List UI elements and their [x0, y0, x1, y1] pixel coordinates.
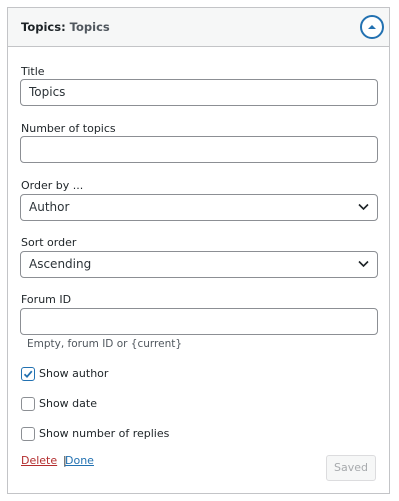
topics-widget: Topics: Topics Title Topics Number of to… — [7, 7, 390, 494]
done-link[interactable]: Done — [65, 454, 94, 467]
forum-id-hint: Empty, forum ID or {current} — [27, 338, 183, 350]
order-by-value: Author — [29, 200, 70, 214]
number-of-topics-input[interactable] — [20, 136, 378, 163]
sort-order-value: Ascending — [29, 257, 92, 271]
show-date-checkbox[interactable] — [21, 397, 35, 411]
widget-name: Topics — [21, 20, 62, 34]
widget-header[interactable]: Topics: Topics — [8, 8, 389, 47]
forum-id-input[interactable] — [20, 308, 378, 335]
widget-in-title: Topics — [65, 20, 110, 34]
chevron-down-icon — [358, 203, 369, 211]
chevron-down-icon — [358, 260, 369, 268]
chevron-up-icon — [368, 25, 376, 29]
checkmark-icon — [23, 370, 33, 379]
number-of-topics-label: Number of topics — [21, 122, 116, 135]
show-author-label[interactable]: Show author — [39, 367, 108, 380]
forum-id-label: Forum ID — [21, 293, 72, 306]
saved-button[interactable]: Saved — [326, 455, 376, 481]
show-number-of-replies-label[interactable]: Show number of replies — [39, 427, 169, 440]
show-number-of-replies-checkbox[interactable] — [21, 427, 35, 441]
title-label: Title — [21, 65, 45, 78]
widget-title: Topics: Topics — [21, 19, 110, 35]
delete-link[interactable]: Delete — [21, 454, 57, 467]
sort-order-label: Sort order — [21, 236, 77, 249]
widget-toggle-button[interactable] — [360, 15, 384, 39]
order-by-label: Order by ... — [21, 179, 84, 192]
order-by-select[interactable]: Author — [20, 194, 378, 221]
show-date-label[interactable]: Show date — [39, 397, 97, 410]
show-author-checkbox[interactable] — [21, 367, 35, 381]
title-input[interactable]: Topics — [20, 79, 378, 106]
sort-order-select[interactable]: Ascending — [20, 251, 378, 278]
